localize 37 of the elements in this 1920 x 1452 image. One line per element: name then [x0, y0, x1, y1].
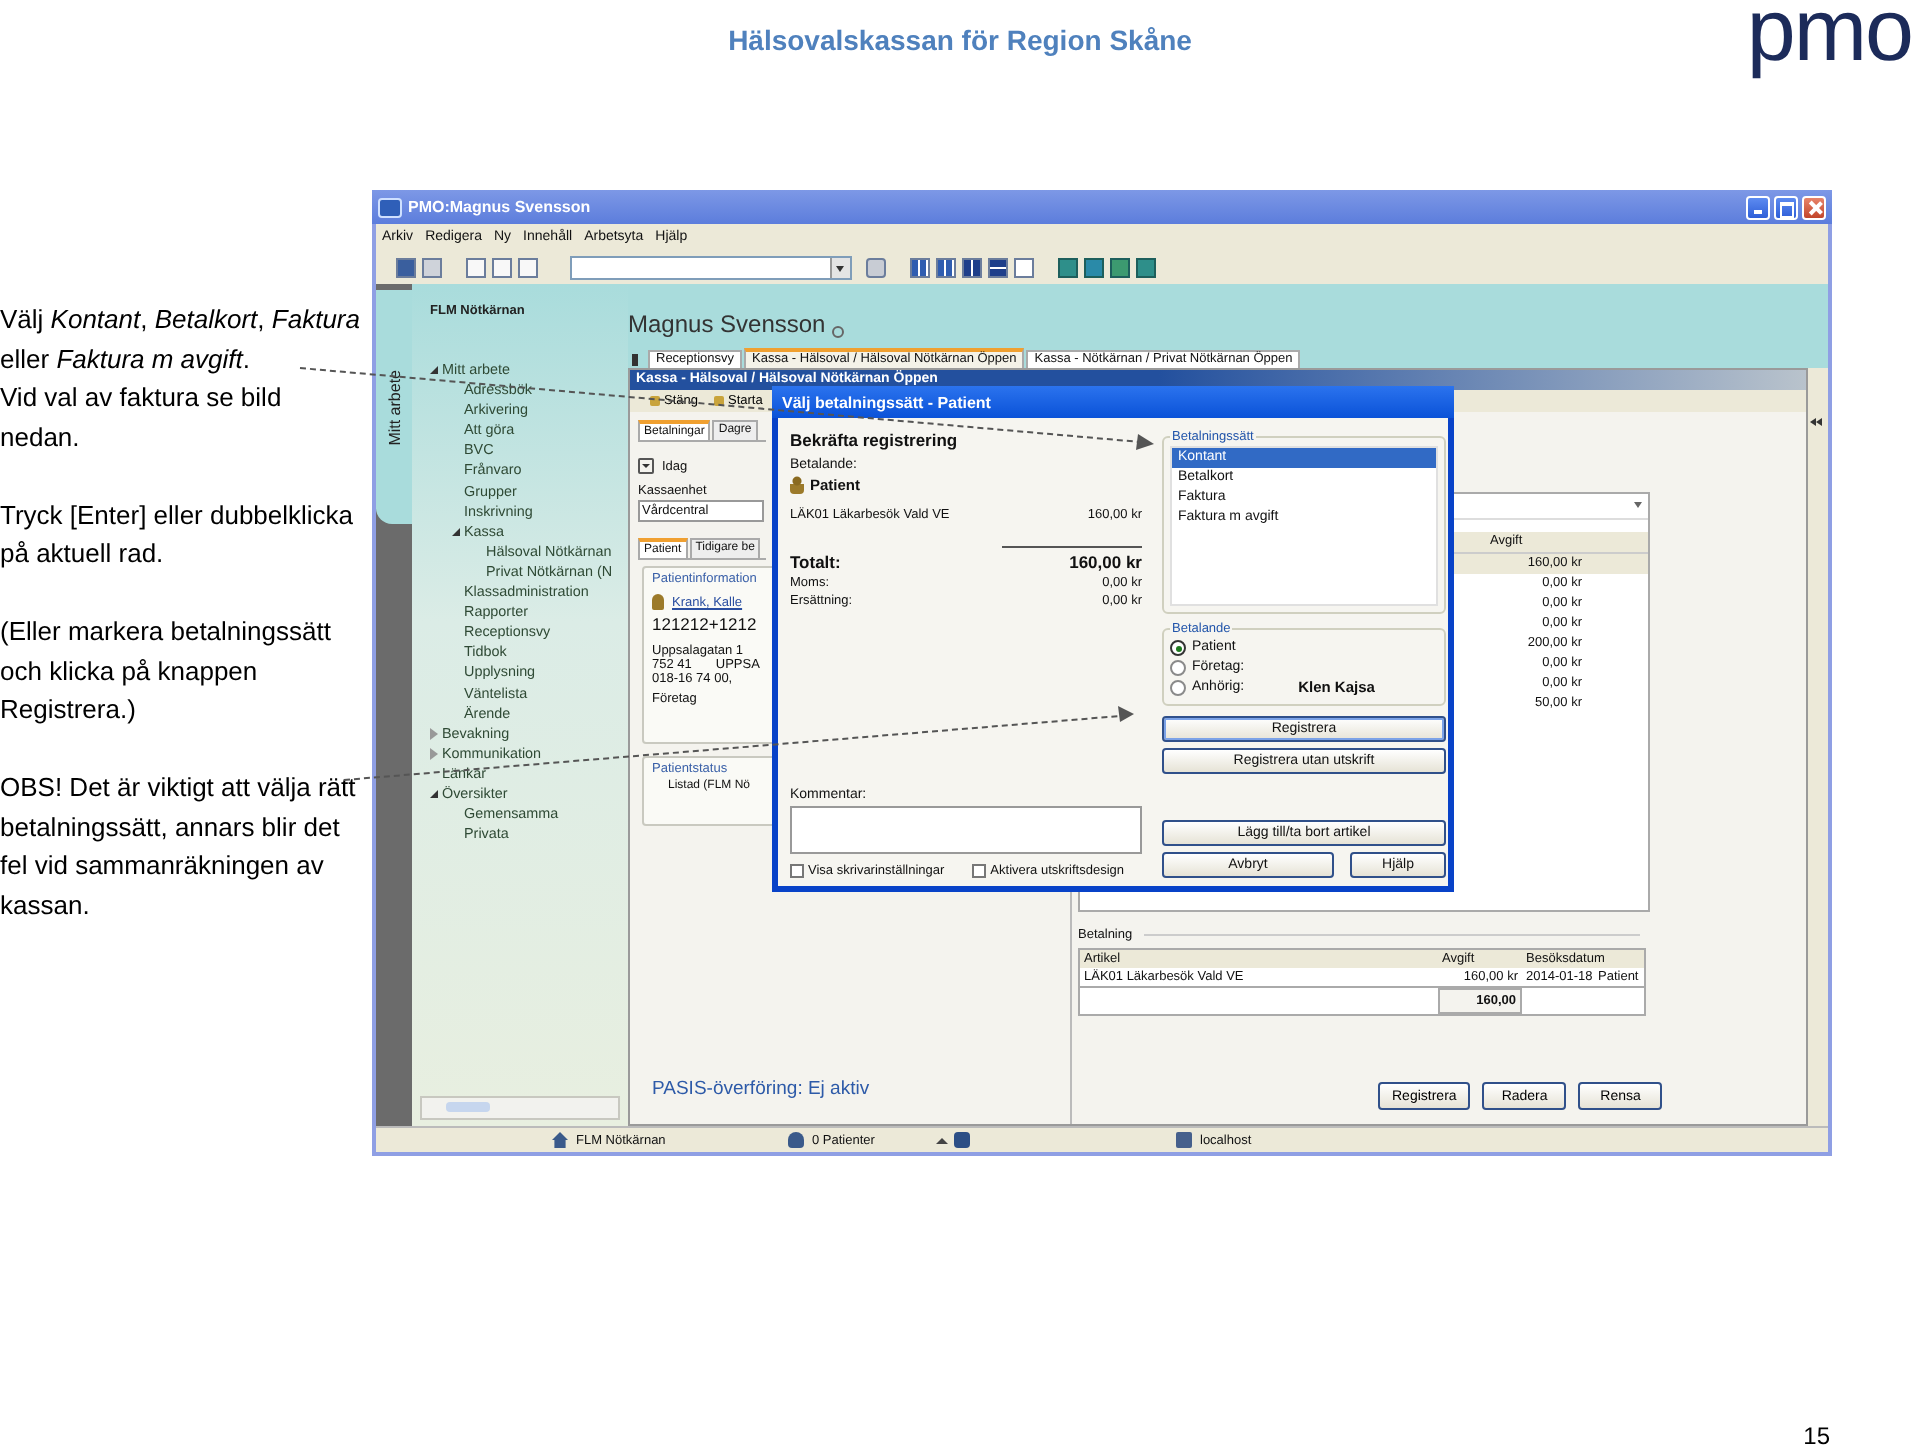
radio-button[interactable] [1170, 680, 1186, 696]
columns-icon[interactable] [962, 257, 982, 277]
maximize-button[interactable] [1774, 195, 1798, 219]
page-title: Hälsovalskassan för Region Skåne [728, 24, 1192, 56]
total-label: Totalt: [790, 552, 841, 572]
logo: pmo [1746, 0, 1912, 76]
expander-icon[interactable] [430, 790, 438, 799]
instruction-text: (Eller markera betalningssätt och klicka på knappen Registrera.) [0, 614, 333, 728]
total-amount: 160,00 kr [1069, 552, 1142, 572]
combo-field[interactable] [570, 255, 852, 279]
comment-field[interactable] [790, 806, 1142, 854]
pasis-status: PASIS-överföring: Ej aktiv [652, 1078, 872, 1100]
expander-icon[interactable] [430, 366, 438, 375]
dialog-title: Välj betalningssätt - Patient [772, 386, 1454, 418]
user-name: Magnus Svensson [628, 310, 826, 338]
dropdown-icon[interactable] [638, 458, 654, 474]
page-number: 15 [1803, 1422, 1830, 1450]
collapse-icon[interactable] [1810, 416, 1822, 428]
checkbox[interactable] [790, 864, 804, 878]
horizontal-scrollbar[interactable] [420, 1096, 620, 1120]
app-icon [378, 197, 402, 217]
window-title: PMO:Magnus Svensson [408, 198, 591, 216]
side-tab[interactable]: Mitt arbete [376, 290, 412, 524]
expander-icon[interactable] [452, 527, 460, 536]
radio-button[interactable] [1170, 660, 1186, 676]
radio-button[interactable] [1170, 640, 1186, 656]
instruction-text: Vid val av faktura se bild nedan. [0, 380, 284, 455]
checkbox[interactable] [972, 864, 987, 878]
instruction-text: OBS! Det är viktigt att välja rätt betalningssätt, annars blir det fel vid sammanräkningen av kassan. [0, 770, 358, 923]
personal-number: 121212+1212 [652, 614, 757, 634]
house-icon [552, 1132, 568, 1148]
close-button[interactable] [1802, 195, 1826, 219]
minimize-button[interactable] [1746, 195, 1770, 219]
section-heading: Bekräfta registrering [790, 430, 960, 450]
instruction-text: Välj Kontant, Betalkort, Faktura eller Faktura m avgift. [0, 302, 362, 378]
rows-icon[interactable] [988, 257, 1008, 277]
instruction-text: Tryck [Enter] eller dubbelklicka på aktuell rad. [0, 497, 356, 572]
